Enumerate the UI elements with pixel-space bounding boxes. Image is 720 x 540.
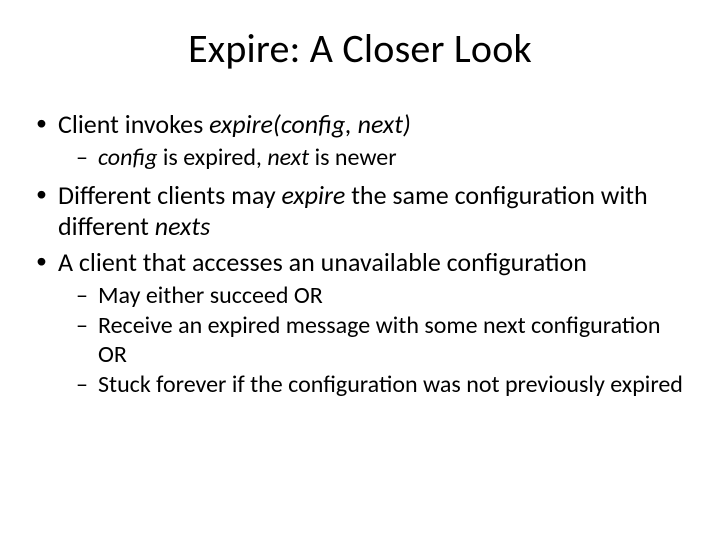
text: A client that accesses an unavailable co… — [58, 246, 587, 278]
bullet-1: Client invokes expire(config, next) conf… — [32, 109, 690, 172]
text: is newer — [309, 143, 396, 172]
sub-list: config is expired, next is newer — [76, 144, 690, 172]
sub-bullet: config is expired, next is newer — [76, 144, 690, 172]
sub-bullet: Stuck forever if the configuration was n… — [76, 371, 690, 399]
sub-bullet: Receive an expired message with some nex… — [76, 312, 690, 369]
slide-title: Expire: A Closer Look — [30, 24, 690, 73]
text: is expired, — [157, 143, 267, 172]
text-italic: expire(config, next) — [209, 108, 411, 140]
sub-bullet: May either succeed OR — [76, 282, 690, 310]
text: Client invokes — [58, 108, 209, 140]
text-italic: expire — [282, 179, 346, 211]
bullet-list: Client invokes expire(config, next) conf… — [32, 109, 690, 399]
text-italic: nexts — [155, 210, 210, 242]
sub-list: May either succeed OR Receive an expired… — [76, 282, 690, 399]
text-italic: config — [98, 143, 157, 172]
bullet-3: A client that accesses an unavailable co… — [32, 247, 690, 399]
slide: Expire: A Closer Look Client invokes exp… — [0, 0, 720, 540]
text-italic: next — [267, 143, 309, 172]
text: Different clients may — [58, 179, 282, 211]
bullet-2: Different clients may expire the same co… — [32, 180, 690, 241]
